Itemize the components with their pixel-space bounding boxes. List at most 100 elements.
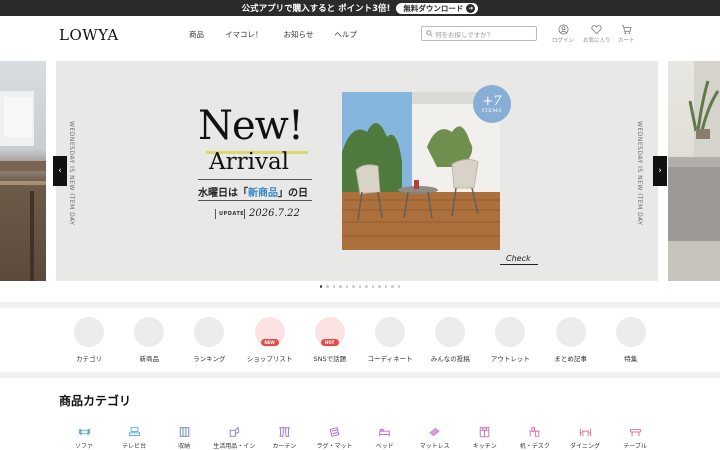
category-label: ラグ・マット	[316, 443, 353, 450]
check-arrow	[500, 264, 538, 265]
shortcut-icon	[194, 317, 225, 347]
table-icon	[629, 428, 641, 437]
new-items-badge: +7 ITEMS	[473, 85, 511, 123]
shortcut-item[interactable]: 特集	[601, 317, 661, 363]
next-slide-peek[interactable]	[668, 61, 720, 281]
shortcut-item[interactable]: 新商品	[119, 317, 179, 363]
shortcut-label: まとめ記事	[554, 355, 587, 363]
hero-slide[interactable]: WEDNESDAY IS NEW ITEM DAY WEDNESDAY IS N…	[56, 61, 658, 281]
app-promo-bar[interactable]: 公式アプリで購入すると ポイント3倍! 無料ダウンロード ➜	[0, 0, 720, 16]
update-separator	[244, 209, 245, 219]
main-nav: 商品 イマコレ！ お知らせ ヘルプ	[189, 29, 357, 40]
promo-text: 公式アプリで購入すると ポイント3倍!	[241, 4, 391, 14]
goods-icon	[229, 426, 240, 437]
category-label: マットレス	[419, 443, 450, 450]
shortcut-label: ランキング	[193, 355, 226, 363]
side-tagline-right: WEDNESDAY IS NEW ITEM DAY	[636, 121, 643, 226]
shortcut-label: ショップリスト	[246, 355, 293, 363]
shortcut-menu: カテゴリ 新商品 ランキング NEW ショップリスト HOT SNSで話題 コーディネート みん…	[0, 317, 720, 367]
carousel-dots	[0, 285, 720, 288]
shortcut-item[interactable]: NEW ショップリスト	[240, 317, 300, 363]
carousel-dot[interactable]	[352, 285, 355, 288]
shortcut-tag-badge: NEW	[260, 339, 279, 346]
shortcut-tag-badge: HOT	[320, 339, 339, 346]
chevron-left-icon: ‹	[58, 166, 62, 176]
search-placeholder: 何をお探しですか？	[435, 30, 494, 39]
shortcut-label: コーディネート	[367, 355, 413, 363]
shortcut-icon	[375, 317, 405, 347]
site-header: LOWYA 商品 イマコレ！ お知らせ ヘルプ 何をお探しですか？ ログイン お…	[0, 16, 720, 52]
shortcut-label: 新商品	[139, 355, 159, 363]
desk-icon	[529, 427, 541, 437]
sofa-icon	[78, 428, 90, 436]
tv-stand-icon	[128, 426, 140, 436]
category-item[interactable]: テーブル	[605, 426, 665, 450]
shortcut-icon	[555, 317, 586, 347]
carousel-dot[interactable]	[326, 285, 329, 288]
category-label: テレビ台	[122, 443, 147, 450]
shortcut-label: カテゴリ	[76, 355, 102, 363]
bed-icon	[379, 428, 390, 437]
carousel-prev-button[interactable]: ‹	[53, 156, 67, 186]
shortcut-icon	[134, 317, 165, 347]
section-divider	[0, 372, 720, 378]
divider-top	[198, 179, 312, 180]
check-link[interactable]: Check	[506, 254, 531, 263]
carousel-dot[interactable]	[358, 285, 362, 288]
carousel-dot[interactable]	[397, 285, 401, 288]
search-icon	[426, 30, 433, 37]
shortcut-label: SNSで話題	[313, 355, 347, 363]
category-label: ダイニング	[569, 443, 600, 450]
shortcut-icon	[435, 317, 466, 347]
carousel-dot[interactable]	[319, 285, 323, 288]
hero-carousel: WEDNESDAY IS NEW ITEM DAY WEDNESDAY IS N…	[0, 52, 720, 290]
update-bar	[215, 209, 216, 219]
carousel-dot[interactable]	[339, 285, 342, 288]
shortcut-item[interactable]: アウトレット	[480, 317, 540, 363]
headline-new: New!	[198, 103, 304, 149]
headline-arrival: Arrival	[209, 149, 290, 175]
arrow-right-icon: ➜	[466, 3, 476, 13]
shortcut-item[interactable]: みんなの投稿	[420, 317, 480, 363]
category-label: 収納	[178, 443, 191, 450]
cart-button[interactable]: カート	[618, 24, 635, 44]
prev-slide-peek[interactable]	[0, 61, 46, 281]
update-date: 2026.7.22	[249, 208, 300, 219]
shortcut-icon: NEW	[254, 317, 285, 347]
rug-icon	[329, 427, 340, 437]
dining-icon	[579, 428, 591, 437]
category-label: キッチン	[472, 443, 497, 450]
nav-item-help[interactable]: ヘルプ	[334, 29, 357, 40]
shortcut-label: 特集	[624, 355, 638, 363]
favorite-icon	[591, 25, 602, 35]
shortcut-item[interactable]: HOT SNSで話題	[300, 317, 360, 363]
carousel-dot[interactable]	[384, 285, 388, 288]
favorites-button[interactable]: お気に入り	[583, 24, 611, 44]
shortcut-item[interactable]: ランキング	[179, 317, 239, 363]
carousel-dot[interactable]	[365, 285, 368, 288]
nav-item-imakore[interactable]: イマコレ！	[225, 29, 263, 40]
carousel-dot[interactable]	[391, 285, 394, 288]
shortcut-icon	[74, 317, 104, 347]
free-download-button[interactable]: 無料ダウンロード ➜	[396, 2, 479, 14]
search-input[interactable]: 何をお探しですか？	[421, 26, 537, 41]
carousel-dot[interactable]	[332, 285, 336, 288]
carousel-dot[interactable]	[371, 285, 375, 288]
divider-bottom	[198, 200, 312, 201]
curtain-icon	[279, 427, 290, 437]
login-button[interactable]: ログイン	[552, 24, 574, 44]
mattress-icon	[429, 427, 440, 437]
shortcut-label: みんなの投稿	[430, 355, 470, 363]
nav-item-news[interactable]: お知らせ	[284, 29, 314, 40]
shortcut-icon	[495, 317, 526, 347]
nav-item-products[interactable]: 商品	[189, 29, 204, 40]
storage-icon	[179, 427, 189, 437]
category-section-title: 商品カテゴリ	[59, 394, 132, 408]
shortcut-item[interactable]: カテゴリ	[59, 317, 119, 363]
carousel-dot[interactable]	[345, 285, 349, 288]
carousel-dot[interactable]	[378, 285, 381, 288]
shortcut-item[interactable]: まとめ記事	[541, 317, 601, 363]
shortcut-item[interactable]: コーディネート	[360, 317, 420, 363]
carousel-next-button[interactable]: ›	[653, 156, 667, 186]
logo[interactable]: LOWYA	[59, 26, 119, 44]
